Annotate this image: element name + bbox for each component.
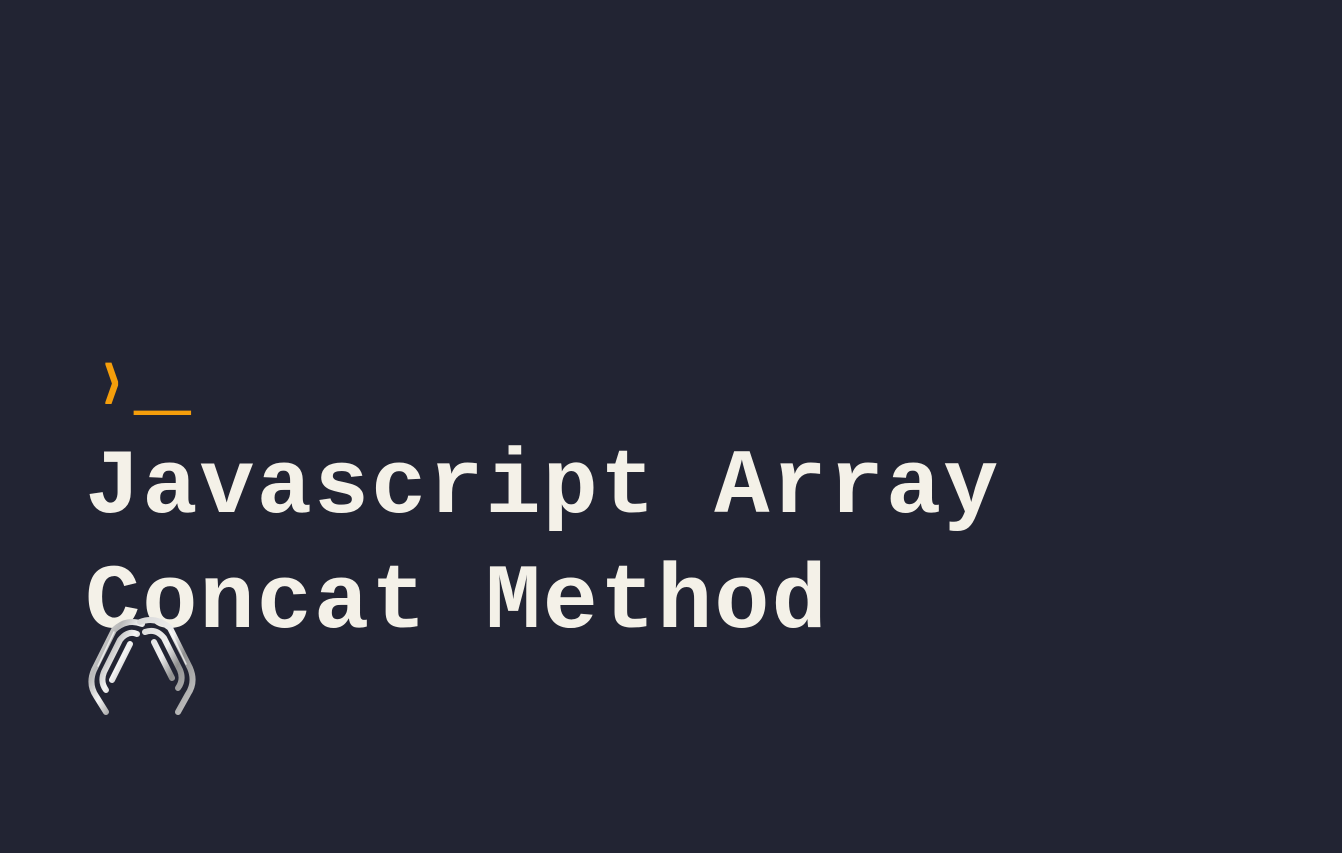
prompt-icon: › _ <box>85 335 183 430</box>
title-content: › _ Javascript Array Concat Method <box>85 335 1265 660</box>
paperclip-a-logo <box>82 612 202 722</box>
page-title: Javascript Array Concat Method <box>85 430 1265 660</box>
chevron-icon: › <box>96 332 128 438</box>
underscore-icon: _ <box>134 333 183 428</box>
title-line: › _ Javascript Array Concat Method <box>85 335 1265 660</box>
